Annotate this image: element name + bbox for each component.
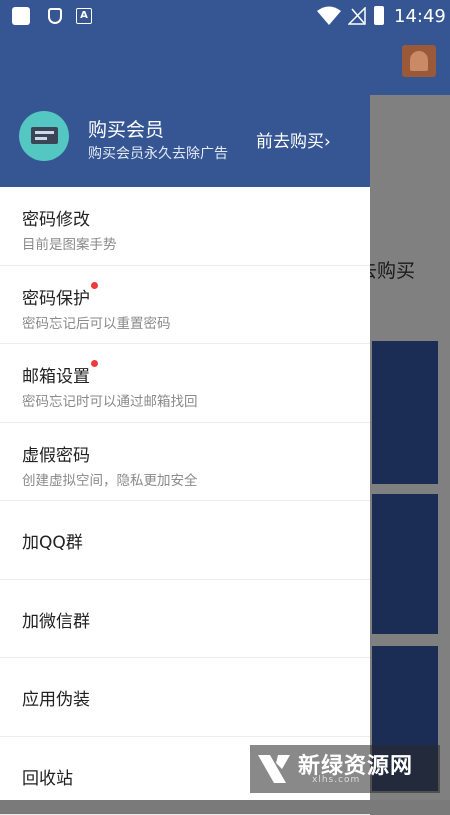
menu-item-password-protection[interactable]: 密码保护 密码忘记后可以重置密码 <box>0 266 370 345</box>
shield-icon <box>48 8 62 24</box>
background-card <box>372 494 438 634</box>
navigation-drawer: 购买会员 购买会员永久去除广告 前去购买› 密码修改 目前是图案手势 密码保护 … <box>0 0 370 800</box>
letter-a-icon: A <box>76 8 92 24</box>
drawer-menu: 密码修改 目前是图案手势 密码保护 密码忘记后可以重置密码 邮箱设置 密码忘记时… <box>0 187 370 815</box>
battery-charging-icon <box>374 6 384 25</box>
status-bar: A 14:49 <box>0 0 450 32</box>
new-badge-dot <box>91 282 98 289</box>
menu-item-title: 回收站 <box>22 764 73 789</box>
go-buy-button[interactable]: 前去购买› <box>256 127 331 152</box>
menu-item-join-qq-group[interactable]: 加QQ群 <box>0 501 370 580</box>
menu-item-title: 加微信群 <box>22 607 90 632</box>
watermark-url: xlhs.com <box>312 775 360 785</box>
menu-item-title: 应用伪装 <box>22 685 90 710</box>
menu-item-join-wechat-group[interactable]: 加微信群 <box>0 580 370 659</box>
menu-item-subtitle: 密码忘记时可以通过邮箱找回 <box>22 390 198 410</box>
menu-item-title: 加QQ群 <box>22 528 83 553</box>
vip-icon <box>19 111 69 161</box>
menu-item-title: 虚假密码 <box>22 441 90 466</box>
status-time: 14:49 <box>394 6 446 27</box>
vip-title: 购买会员 <box>88 115 164 142</box>
watermark: 新绿资源网 xlhs.com <box>250 745 440 793</box>
menu-item-title: 邮箱设置 <box>22 362 98 387</box>
watermark-logo-icon <box>256 751 292 787</box>
menu-item-subtitle: 目前是图案手势 <box>22 233 117 253</box>
menu-item-fake-password[interactable]: 虚假密码 创建虚拟空间，隐私更加安全 <box>0 423 370 502</box>
profile-avatar-icon <box>402 45 436 77</box>
menu-item-change-password[interactable]: 密码修改 目前是图案手势 <box>0 187 370 266</box>
menu-item-app-disguise[interactable]: 应用伪装 <box>0 658 370 737</box>
menu-item-title: 密码保护 <box>22 284 98 309</box>
notification-app-icon <box>12 7 30 25</box>
menu-item-subtitle: 创建虚拟空间，隐私更加安全 <box>22 469 198 489</box>
new-badge-dot <box>91 360 98 367</box>
no-signal-icon <box>348 7 366 25</box>
vip-subtitle: 购买会员永久去除广告 <box>88 143 228 163</box>
menu-item-email-settings[interactable]: 邮箱设置 密码忘记时可以通过邮箱找回 <box>0 344 370 423</box>
wifi-icon <box>317 6 341 26</box>
menu-item-title: 密码修改 <box>22 205 90 230</box>
menu-item-subtitle: 密码忘记后可以重置密码 <box>22 312 171 332</box>
background-card <box>372 341 438 484</box>
